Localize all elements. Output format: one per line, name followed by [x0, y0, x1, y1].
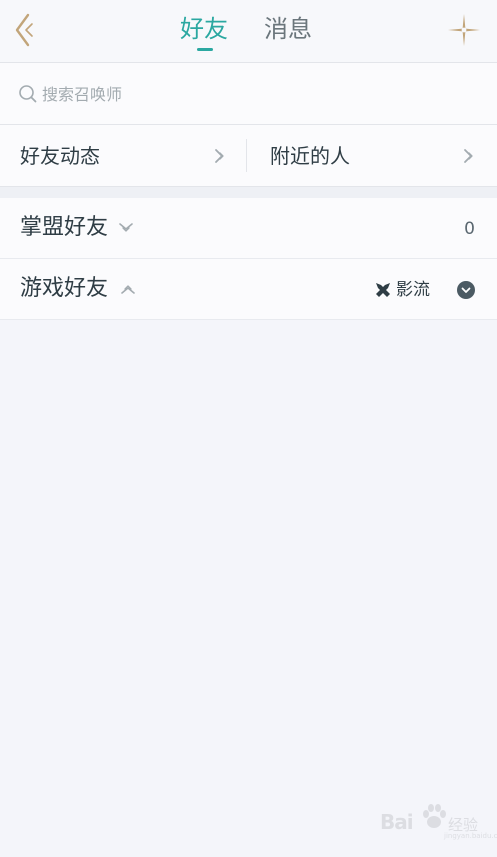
section-spacer	[0, 187, 497, 198]
tab-messages[interactable]: 消息	[264, 12, 312, 46]
group-title: 掌盟好友	[20, 215, 109, 240]
chevron-left-icon	[15, 13, 33, 47]
watermark-url: jingyan.baidu.com	[444, 832, 497, 840]
friend-activity-label: 好友动态	[20, 144, 100, 168]
search-input[interactable]	[42, 81, 462, 107]
chevron-down-icon	[119, 223, 133, 232]
server-region-label: 影流	[396, 280, 430, 300]
chevron-right-icon	[464, 149, 473, 163]
active-tab-indicator	[197, 48, 213, 51]
watermark-brand: Bai	[380, 810, 414, 834]
nearby-people-link[interactable]: 附近的人	[247, 125, 497, 186]
group-title: 游戏好友	[20, 276, 109, 301]
top-navigation-bar: 好友 消息	[0, 0, 497, 63]
friend-activity-link[interactable]: 好友动态	[0, 125, 246, 186]
server-region-selector[interactable]: 影流	[374, 277, 440, 303]
search-icon	[19, 85, 37, 103]
group-app-friends[interactable]: 掌盟好友 0	[0, 198, 497, 259]
chevron-right-icon	[215, 149, 224, 163]
baidu-jingyan-watermark: Bai 经验 jingyan.baidu.com	[378, 800, 497, 840]
group-game-friends[interactable]: 游戏好友 影流	[0, 259, 497, 320]
chevron-down-circle-icon	[457, 281, 475, 299]
crossed-swords-icon	[376, 283, 390, 297]
add-friend-button[interactable]	[446, 12, 482, 48]
tab-friends[interactable]: 好友	[180, 12, 228, 46]
chevron-up-icon	[121, 285, 135, 294]
nearby-people-label: 附近的人	[270, 144, 350, 168]
server-dropdown-button[interactable]	[456, 280, 476, 300]
back-button[interactable]	[10, 10, 40, 50]
sparkle-cross-icon	[448, 14, 480, 46]
group-count: 0	[464, 219, 475, 239]
paw-icon	[423, 804, 446, 828]
